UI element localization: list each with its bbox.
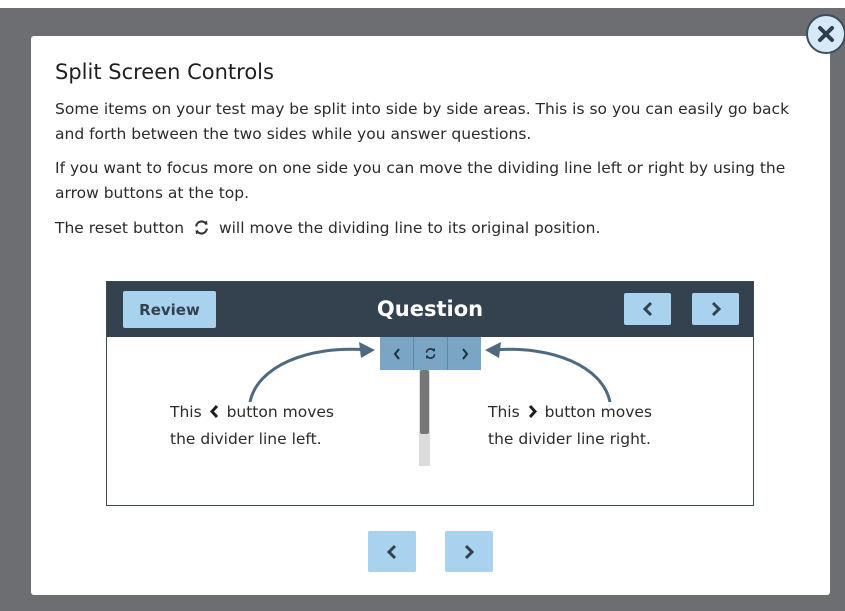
- right-caption-text-start: This: [488, 403, 520, 421]
- left-caption-text-end: button moves: [226, 403, 334, 421]
- left-caption-line1: This button moves: [170, 400, 334, 427]
- chevron-left-icon: [386, 544, 397, 559]
- chevron-left-icon: [209, 402, 220, 427]
- previous-page-button[interactable]: [368, 531, 416, 572]
- divider-controls: [380, 337, 481, 370]
- divider-paragraph: If you want to focus more on one side yo…: [55, 159, 786, 202]
- right-pointer-arrow: [492, 347, 612, 403]
- next-page-button[interactable]: [445, 531, 493, 572]
- reset-icon: [193, 219, 210, 244]
- reset-paragraph: The reset button will move the dividing …: [55, 216, 805, 244]
- intro-paragraph: Some items on your test may be split int…: [55, 100, 790, 143]
- right-caption: This button moves the divider line right…: [488, 400, 652, 452]
- right-caption-line1: This button moves: [488, 400, 652, 427]
- chevron-left-icon: [393, 347, 400, 360]
- divider-right-button: [447, 337, 481, 370]
- divider-left-button: [380, 337, 413, 370]
- reset-icon: [425, 348, 436, 359]
- chevron-right-icon: [527, 402, 538, 427]
- left-caption: This button moves the divider line left.: [170, 400, 334, 452]
- pointer-arrows: [248, 342, 612, 403]
- reset-text-after: will move the dividing line to its origi…: [218, 219, 601, 237]
- right-caption-text-end: button moves: [544, 403, 652, 421]
- chevron-right-icon: [464, 544, 475, 559]
- close-dialog-button[interactable]: [806, 14, 845, 54]
- divider-reset-button: [413, 337, 447, 370]
- close-x-icon: [818, 26, 834, 42]
- dialog-title: Split Screen Controls: [55, 60, 274, 84]
- left-pointer-arrow: [248, 347, 368, 403]
- reset-text-before: The reset button: [55, 219, 185, 237]
- left-caption-line2: the divider line left.: [170, 430, 322, 448]
- chevron-right-icon: [461, 347, 468, 360]
- left-caption-text-start: This: [170, 403, 202, 421]
- split-screen-help-dialog: Split Screen Controls Some items on your…: [31, 36, 830, 595]
- backdrop-top-strip: [0, 0, 845, 8]
- split-screen-demo: Review Question This button moves the di…: [106, 281, 754, 506]
- divider-scroll-thumb: [420, 370, 429, 434]
- divider-line: [419, 370, 430, 466]
- right-caption-line2: the divider line right.: [488, 430, 651, 448]
